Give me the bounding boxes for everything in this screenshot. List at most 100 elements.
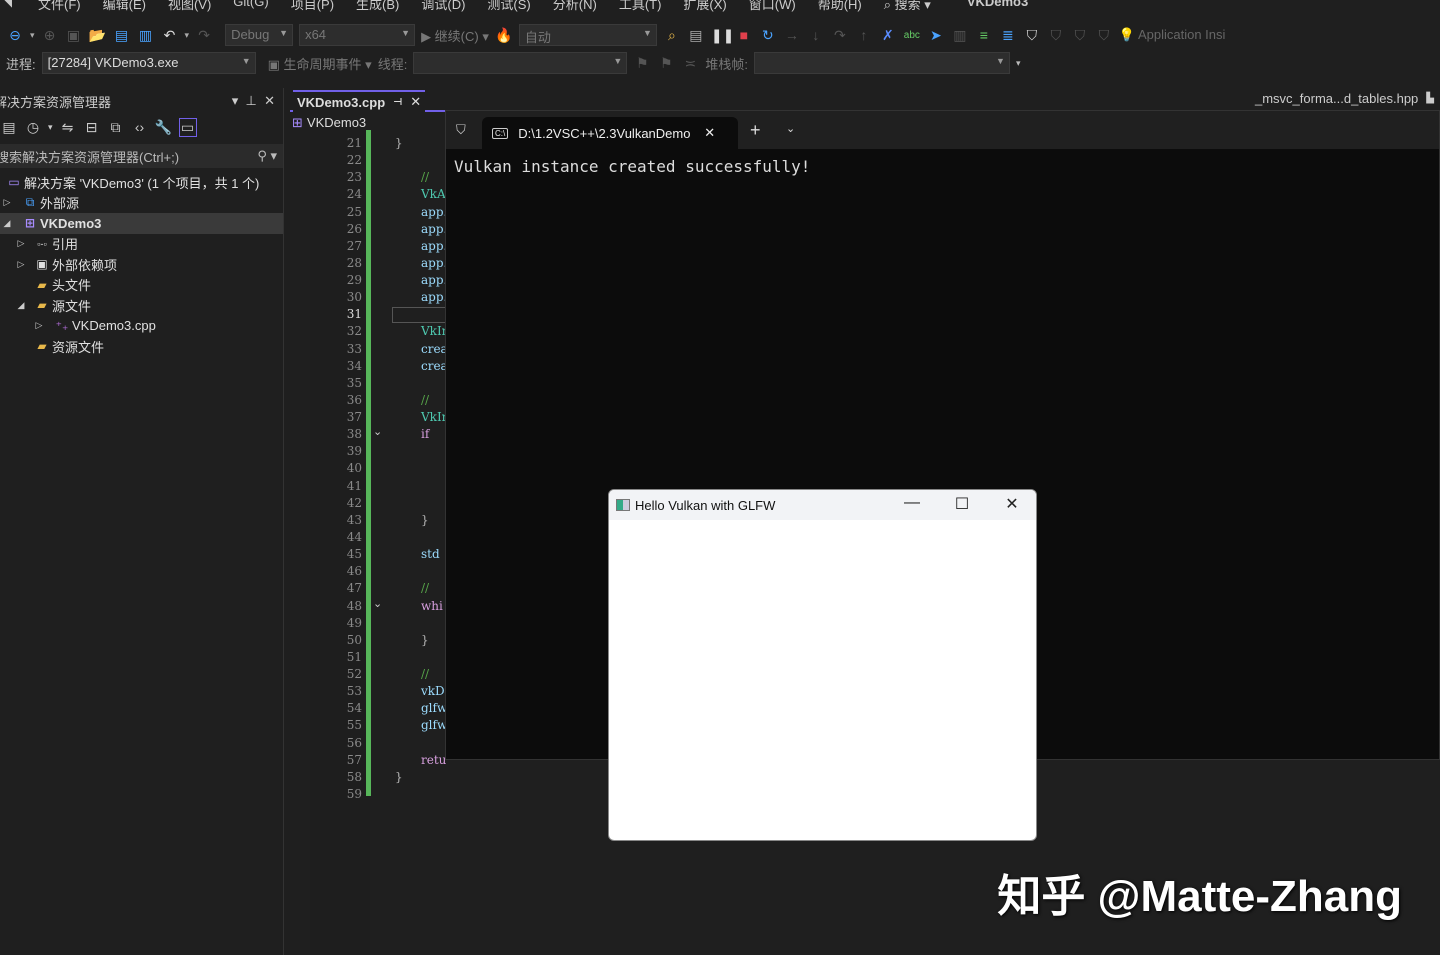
show-all-files-icon[interactable]: ⧉ (107, 119, 125, 136)
home-icon[interactable]: ▤ (0, 119, 18, 136)
dropdown-icon[interactable]: ▾ (232, 93, 239, 108)
collapse-icon[interactable]: ◢ (14, 300, 28, 311)
close-icon[interactable]: ✕ (264, 93, 275, 108)
menu-window[interactable]: 窗口(W) (749, 0, 796, 12)
expand-icon[interactable]: ▷ (14, 259, 28, 270)
platform-select[interactable]: x64 ▼ (299, 24, 416, 46)
new-item-icon[interactable]: ▣ (65, 27, 83, 44)
solution-search-input[interactable]: 搜索解决方案资源管理器(Ctrl+;) ⚲ ▾ (0, 144, 283, 168)
step-over-icon[interactable]: → (783, 27, 801, 43)
tree-resource-files[interactable]: ▰ 资源文件 (0, 336, 283, 357)
pause-icon[interactable]: ❚❚ (711, 27, 734, 44)
close-icon[interactable]: ✕ (997, 494, 1027, 514)
lifecycle-events-button[interactable]: ▣ 生命周期事件 ▾ (268, 54, 372, 73)
fold-chevron-icon[interactable]: ⌄ (373, 425, 382, 438)
close-tab-icon[interactable]: ✕ (410, 94, 421, 110)
menu-file[interactable]: 文件(F) (38, 0, 81, 12)
code-line: if (421, 427, 430, 442)
expand-icon[interactable]: ▷ (14, 238, 28, 249)
spell-check-icon[interactable]: abc (903, 30, 921, 41)
prev-bookmark-icon[interactable]: ⛉ (1047, 27, 1065, 44)
sync-icon[interactable]: ⇋ (59, 119, 77, 136)
preview-icon[interactable]: ▭ (178, 117, 197, 137)
collapse-all-icon[interactable]: ⊟ (83, 119, 101, 136)
search-button[interactable]: ⌕ 搜索 ▾ (884, 0, 931, 12)
menu-edit[interactable]: 编辑(E) (103, 0, 146, 12)
open-folder-icon[interactable]: 📂 (89, 27, 107, 44)
tree-project[interactable]: ◢ ⊞ VKDemo3 (0, 213, 283, 234)
flag-icon[interactable]: ⚑ (633, 55, 651, 72)
process-icon[interactable]: ▤ (687, 27, 705, 44)
tab-vkdemo3-cpp[interactable]: VKDemo3.cpp ⊣ ✕ (293, 90, 426, 112)
uncomment-icon[interactable]: ≣ (999, 27, 1017, 44)
stop-icon[interactable]: ■ (735, 27, 753, 43)
close-tab-icon[interactable]: ✕ (704, 125, 715, 141)
tree-external-deps[interactable]: ▷ ▣ 外部依赖项 (0, 254, 283, 275)
view-code-icon[interactable]: ‹› (131, 119, 149, 135)
properties-icon[interactable]: 🔧 (155, 119, 173, 136)
menu-project[interactable]: 项目(P) (291, 0, 334, 12)
new-tab-icon[interactable]: + (750, 120, 761, 141)
tree-references[interactable]: ▷ ▫-▫ 引用 (0, 234, 283, 255)
columns-icon[interactable]: ▥ (951, 27, 969, 44)
menu-test[interactable]: 测试(S) (487, 0, 530, 12)
hot-reload-icon[interactable]: 🔥 (495, 27, 513, 44)
expand-icon[interactable]: ▷ (0, 197, 14, 208)
collapse-icon[interactable]: ◢ (0, 218, 14, 229)
bookmark-icon[interactable]: ⛉ (1023, 27, 1041, 44)
tab-dropdown-icon[interactable]: ⌄ (786, 122, 795, 135)
glfw-titlebar[interactable]: Hello Vulkan with GLFW — ☐ ✕ (609, 490, 1036, 520)
configuration-select[interactable]: Debug ▼ (225, 24, 294, 46)
tree-external-sources[interactable]: ▷ ⧉ 外部源 (0, 193, 283, 214)
flag-threads-icon[interactable]: ⚑ (657, 55, 675, 72)
redo-icon[interactable]: ↷ (195, 27, 213, 44)
preview-pin-icon[interactable]: ▙ (1426, 93, 1434, 104)
terminal-output[interactable]: Vulkan instance created successfully! (446, 149, 1439, 184)
menu-tools[interactable]: 工具(T) (619, 0, 662, 12)
tree-solution[interactable]: ▭ 解决方案 'VKDemo3' (1 个项目，共 1 个) (0, 172, 283, 193)
menu-extensions[interactable]: 扩展(X) (683, 0, 726, 12)
toolbar-overflow-icon[interactable]: ▾ (1016, 58, 1021, 69)
select-icon[interactable]: ➤ (927, 27, 945, 44)
app-insights-button[interactable]: 💡 Application Insi (1119, 27, 1226, 43)
stack-frame-select[interactable]: ▼ (753, 52, 1010, 74)
maximize-icon[interactable]: ☐ (947, 494, 977, 514)
expand-icon[interactable]: ▷ (32, 320, 46, 331)
save-icon[interactable]: ▤ (113, 27, 131, 44)
comment-icon[interactable]: ≡ (975, 27, 993, 43)
find-folder-icon[interactable]: ⌕ (663, 27, 681, 44)
tree-source-files[interactable]: ◢ ▰ 源文件 (0, 295, 283, 316)
back-icon[interactable]: ⊖ (6, 27, 24, 44)
menu-debug[interactable]: 调试(D) (421, 0, 465, 12)
fold-chevron-icon[interactable]: ⌄ (373, 597, 382, 610)
breakpoints-icon[interactable]: ✗ (879, 27, 897, 44)
menu-view[interactable]: 视图(V) (168, 0, 211, 12)
menu-git[interactable]: Git(G) (233, 0, 268, 12)
restart-icon[interactable]: ↻ (759, 27, 777, 44)
auto-select[interactable]: 自动 ▼ (518, 24, 657, 46)
forward-icon[interactable]: ⊕ (41, 27, 59, 44)
process-select[interactable]: [27284] VKDemo3.exe ▼ (41, 52, 256, 74)
pin-icon[interactable]: ⊣ (393, 97, 402, 108)
step-back-icon[interactable]: ↷ (831, 27, 849, 44)
show-threads-icon[interactable]: ≍ (681, 55, 699, 72)
tree-cpp-file[interactable]: ▷ ⁺₊ VKDemo3.cpp (0, 316, 283, 337)
menu-build[interactable]: 生成(B) (356, 0, 399, 12)
minimize-icon[interactable]: — (897, 494, 927, 512)
continue-button[interactable]: ▶ 继续(C) ▾ (421, 26, 489, 45)
terminal-tab[interactable]: C:\ D:\1.2VSC++\2.3VulkanDemo ✕ (482, 117, 738, 149)
pin-icon[interactable]: ⊥ (246, 93, 257, 108)
tab-msvc-format-tables[interactable]: _msvc_forma...d_tables.hpp ▙ (1255, 88, 1440, 108)
thread-select[interactable]: ▼ (413, 52, 628, 74)
undo-icon[interactable]: ↶ (161, 27, 179, 44)
next-bookmark-icon[interactable]: ⛉ (1071, 27, 1089, 44)
pending-changes-icon[interactable]: ◷ (24, 119, 42, 136)
menu-help[interactable]: 帮助(H) (818, 0, 862, 12)
step-into-icon[interactable]: ↓ (807, 27, 825, 43)
save-all-icon[interactable]: ▥ (137, 27, 155, 44)
tree-header-files[interactable]: ▰ 头文件 (0, 275, 283, 296)
step-out-icon[interactable]: ↑ (855, 27, 873, 43)
search-icon[interactable]: ⚲ ▾ (257, 148, 277, 164)
menu-analyze[interactable]: 分析(N) (553, 0, 597, 12)
clear-bookmark-icon[interactable]: ⛉ (1095, 27, 1113, 44)
